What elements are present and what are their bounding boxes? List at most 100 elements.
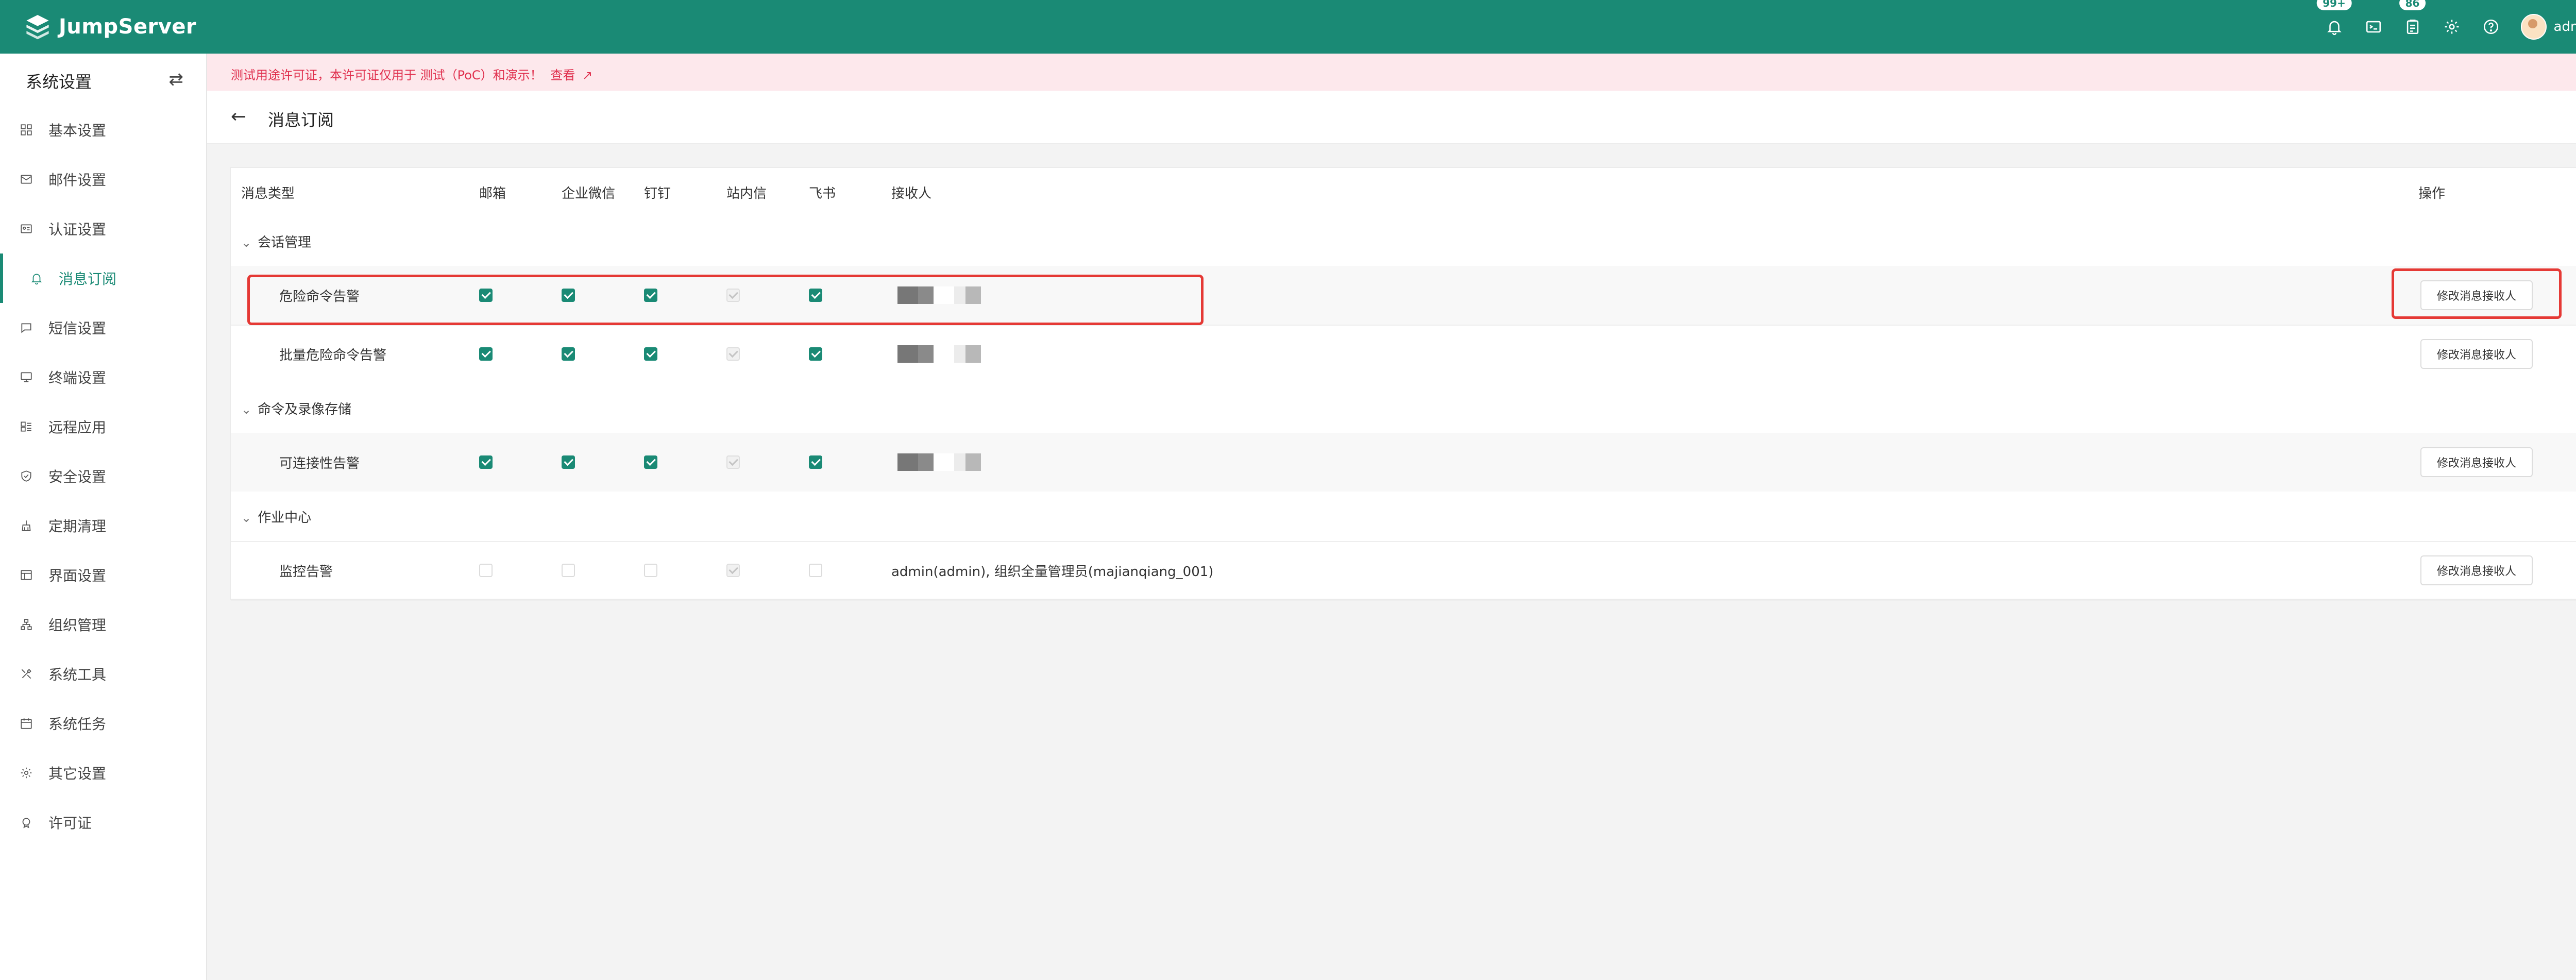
- header-wecom: 企业微信: [562, 185, 616, 201]
- bell-icon: [2327, 21, 2342, 36]
- sidebar-item-label: 定期清理: [48, 518, 107, 535]
- subscription-table: 消息类型 邮箱 企业微信 钉钉 站内信 飞书 接收人 操作 ⌄ 会话管理 危险命令告警 修改消息接收人…: [230, 167, 2576, 601]
- settings-button[interactable]: [2441, 15, 2463, 38]
- email-checkbox[interactable]: [479, 347, 493, 361]
- sidebar-item-8[interactable]: 定期清理: [0, 501, 206, 550]
- wecom-checkbox[interactable]: [562, 289, 575, 302]
- web-terminal-button[interactable]: [2362, 15, 2385, 38]
- brand[interactable]: JumpServer: [24, 12, 196, 41]
- sidebar-item-label: 界面设置: [48, 567, 107, 584]
- feishu-checkbox[interactable]: [809, 347, 822, 361]
- feishu-checkbox[interactable]: [809, 289, 822, 302]
- broom-icon: [20, 519, 33, 532]
- group-toggle[interactable]: ⌄ 命令及录像存储: [241, 399, 351, 418]
- back-arrow-icon[interactable]: ←: [231, 106, 246, 127]
- swap-icon[interactable]: ⇄: [169, 69, 184, 90]
- user-name: admin: [2553, 19, 2576, 35]
- license-icon: [20, 816, 33, 829]
- wecom-checkbox[interactable]: [562, 564, 575, 577]
- sidebar-item-label: 系统任务: [48, 716, 107, 733]
- sidebar-title: 系统设置: [26, 72, 92, 92]
- edit-receivers-button[interactable]: 修改消息接收人: [2420, 447, 2533, 477]
- dingtalk-checkbox[interactable]: [644, 289, 657, 302]
- header-dingtalk: 钉钉: [644, 185, 671, 201]
- sidebar-item-label: 认证设置: [48, 221, 107, 238]
- sidebar-item-9[interactable]: 界面设置: [0, 550, 206, 600]
- sidebar-item-12[interactable]: 系统任务: [0, 699, 206, 748]
- id-card-icon: [20, 222, 33, 235]
- gear-icon: [20, 766, 33, 780]
- sidebar-item-13[interactable]: 其它设置: [0, 748, 206, 798]
- sidebar-item-label: 短信设置: [48, 320, 107, 337]
- group-toggle[interactable]: ⌄ 会话管理: [241, 232, 311, 251]
- user-menu[interactable]: admin: [2520, 14, 2576, 40]
- sidebar-item-label: 终端设置: [48, 369, 107, 386]
- bell-icon: [30, 272, 43, 285]
- dingtalk-checkbox[interactable]: [644, 347, 657, 361]
- header-site_msg: 站内信: [726, 185, 767, 201]
- sidebar-item-10[interactable]: 组织管理: [0, 600, 206, 649]
- wecom-checkbox[interactable]: [562, 347, 575, 361]
- dingtalk-checkbox[interactable]: [644, 564, 657, 577]
- chevron-down-icon: ⌄: [241, 235, 252, 250]
- sidebar-item-7[interactable]: 安全设置: [0, 451, 206, 501]
- message-type-name: 监控告警: [279, 564, 333, 580]
- notification-button[interactable]: 99+: [2316, 0, 2352, 38]
- license-view-link[interactable]: 查看 ↗: [550, 68, 592, 82]
- mail-icon: [20, 173, 33, 186]
- help-button[interactable]: [2480, 15, 2502, 38]
- terminal-icon: [2366, 21, 2381, 33]
- sidebar: 系统设置 ⇄ 基本设置邮件设置认证设置消息订阅短信设置终端设置远程应用 安全设置定…: [0, 54, 207, 980]
- sidebar-item-14[interactable]: 许可证: [0, 798, 206, 847]
- avatar: [2520, 14, 2547, 40]
- sidebar-item-label: 邮件设置: [48, 172, 107, 189]
- sidebar-item-0[interactable]: 基本设置: [0, 105, 206, 155]
- grid-icon: [20, 123, 33, 137]
- sidebar-item-label: 系统工具: [48, 666, 107, 683]
- tools-icon: [20, 667, 33, 681]
- sidebar-item-label: 消息订阅: [59, 271, 117, 288]
- site_msg-checkbox: [726, 455, 740, 469]
- feishu-checkbox[interactable]: [809, 455, 822, 469]
- feishu-checkbox[interactable]: [809, 564, 822, 577]
- table-row: 批量危险命令告警 修改消息接收人: [231, 325, 2576, 384]
- wecom-checkbox[interactable]: [562, 455, 575, 469]
- table-row: 可连接性告警 修改消息接收人: [231, 433, 2576, 493]
- external-link-icon: ↗: [582, 68, 593, 82]
- sidebar-item-5[interactable]: 终端设置: [0, 352, 206, 402]
- edit-receivers-button[interactable]: 修改消息接收人: [2420, 280, 2533, 310]
- apps-icon: [20, 420, 33, 433]
- sidebar-item-6[interactable]: 远程应用: [0, 402, 206, 451]
- dingtalk-checkbox[interactable]: [644, 455, 657, 469]
- org-icon: [20, 618, 33, 631]
- edit-receivers-button[interactable]: 修改消息接收人: [2420, 555, 2533, 585]
- group-toggle[interactable]: ⌄ 作业中心: [241, 507, 311, 526]
- email-checkbox[interactable]: [479, 455, 493, 469]
- tickets-button[interactable]: 86: [2399, 0, 2426, 38]
- sidebar-item-11[interactable]: 系统工具: [0, 649, 206, 699]
- monitor-icon: [20, 370, 33, 384]
- clipboard-icon: [2406, 19, 2418, 35]
- header-feishu: 飞书: [809, 185, 836, 201]
- message-type-name: 批量危险命令告警: [279, 347, 387, 363]
- table-row: 监控告警 admin(admin), 组织全量管理员(majianqiang_00…: [231, 541, 2576, 601]
- shield-icon: [20, 469, 33, 483]
- email-checkbox[interactable]: [479, 289, 493, 302]
- table-row: 危险命令告警 修改消息接收人: [231, 266, 2576, 326]
- page-header: ← 消息订阅: [207, 91, 2576, 144]
- sidebar-item-3[interactable]: 消息订阅: [0, 254, 206, 303]
- gear-icon: [2445, 20, 2459, 34]
- site_msg-checkbox: [726, 347, 740, 361]
- sidebar-item-2[interactable]: 认证设置: [0, 204, 206, 254]
- license-alert: 测试用途许可证，本许可证仅用于 测试（PoC）和演示！ 查看 ↗ ×: [207, 54, 2576, 91]
- edit-receivers-button[interactable]: 修改消息接收人: [2420, 339, 2533, 369]
- calendar-icon: [20, 717, 33, 730]
- sidebar-item-1[interactable]: 邮件设置: [0, 155, 206, 204]
- tickets-badge: 86: [2399, 0, 2426, 10]
- site_msg-checkbox: [726, 289, 740, 302]
- sidebar-item-label: 许可证: [48, 815, 92, 832]
- sidebar-item-label: 基本设置: [48, 122, 107, 139]
- email-checkbox[interactable]: [479, 564, 493, 577]
- group-row: ⌄ 会话管理: [231, 216, 2576, 267]
- sidebar-item-4[interactable]: 短信设置: [0, 303, 206, 352]
